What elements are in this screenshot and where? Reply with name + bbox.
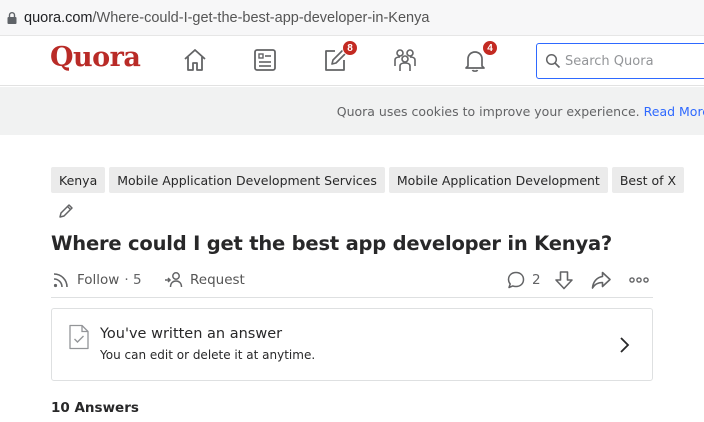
downvote-button[interactable] (552, 268, 576, 292)
list-document-icon (254, 49, 276, 71)
question-action-bar: Follow · 5 Request 2 (51, 268, 653, 298)
search-box[interactable] (536, 43, 704, 79)
request-button[interactable]: Request (164, 270, 245, 290)
home-icon (184, 49, 206, 71)
follow-rss-icon (53, 273, 68, 288)
comment-bubble-icon (507, 271, 525, 289)
chevron-right-icon (620, 337, 630, 353)
comment-count: 2 (532, 272, 541, 288)
answer-card-heading: You've written an answer (100, 326, 283, 342)
answers-count: 10 Answers (51, 400, 139, 416)
more-options-button[interactable] (627, 268, 651, 292)
share-button[interactable] (589, 268, 613, 292)
comments-button[interactable]: 2 (506, 270, 541, 290)
following-nav-button[interactable]: 8 (321, 40, 358, 74)
cookie-read-more-link[interactable]: Read More (644, 104, 704, 119)
topic-list: Kenya Mobile Application Development Ser… (51, 167, 685, 193)
search-icon (545, 53, 561, 69)
follow-button[interactable]: Follow · 5 (51, 270, 142, 290)
answer-feed-nav-button[interactable] (251, 46, 279, 74)
request-person-icon (165, 272, 183, 288)
quora-logo[interactable]: Quora (50, 42, 141, 73)
document-check-icon (69, 324, 89, 350)
more-dots-icon (629, 277, 649, 283)
follow-count: · 5 (124, 272, 142, 288)
cookie-banner: Quora uses cookies to improve your exper… (0, 87, 704, 135)
people-group-icon (394, 49, 416, 71)
downvote-arrow-icon (555, 271, 573, 290)
topic-chip-best-of-x[interactable]: Best of X (611, 167, 685, 193)
search-input[interactable] (565, 53, 704, 69)
notifications-badge: 4 (482, 40, 498, 56)
topic-chip-mobile-app-dev[interactable]: Mobile Application Development (388, 167, 608, 193)
follow-label: Follow (77, 272, 120, 288)
lock-icon (7, 11, 17, 24)
spaces-nav-button[interactable] (391, 46, 419, 74)
notifications-nav-button[interactable]: 4 (461, 40, 498, 74)
question-title[interactable]: Where could I get the best app developer… (51, 232, 612, 255)
browser-url-bar[interactable]: quora.com/Where-could-I-get-the-best-app… (0, 0, 704, 36)
following-badge: 8 (342, 40, 358, 56)
url-text: quora.com/Where-could-I-get-the-best-app… (24, 9, 430, 26)
cookie-text: Quora uses cookies to improve your exper… (337, 104, 704, 119)
home-nav-button[interactable] (181, 46, 209, 74)
edit-topics-pencil-icon[interactable] (57, 202, 75, 220)
request-label: Request (190, 272, 245, 288)
answer-card-subtext: You can edit or delete it at anytime. (100, 348, 316, 362)
written-answer-card[interactable]: You've written an answer You can edit or… (51, 308, 653, 381)
topic-chip-kenya[interactable]: Kenya (51, 167, 106, 193)
topic-chip-mobile-app-dev-services[interactable]: Mobile Application Development Services (109, 167, 385, 193)
share-arrow-icon (591, 271, 611, 289)
site-header: Quora 8 4 Search Quora (0, 36, 704, 86)
